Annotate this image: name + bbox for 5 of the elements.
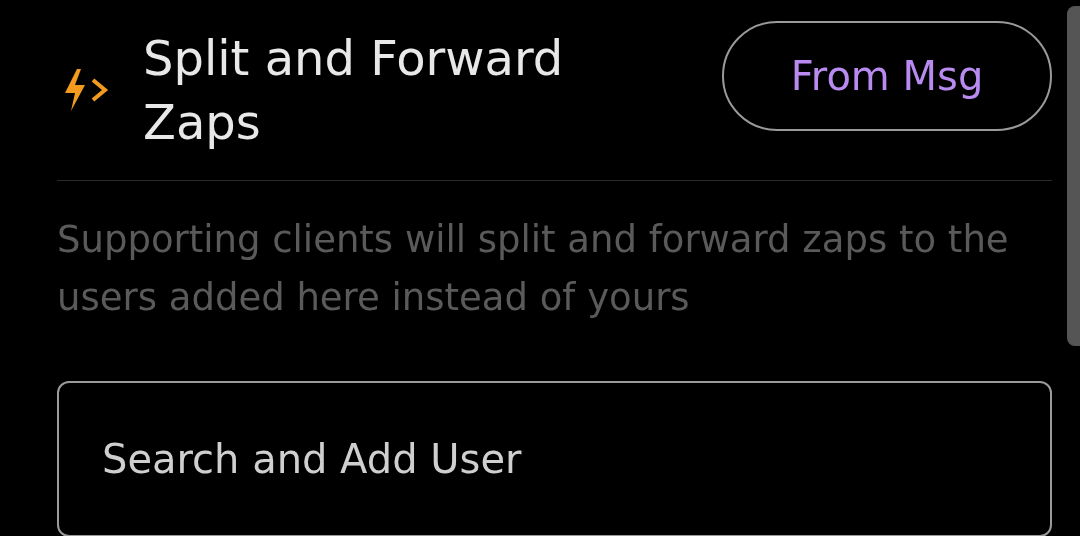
from-msg-button[interactable]: From Msg: [722, 21, 1052, 131]
section-title: Split and Forward Zaps: [143, 29, 565, 152]
search-field[interactable]: Search and Add User: [57, 381, 1052, 536]
description-text: Supporting clients will split and forward zaps to the users added here instead of yours: [57, 217, 1010, 321]
zap-forward-icon: [63, 69, 109, 111]
